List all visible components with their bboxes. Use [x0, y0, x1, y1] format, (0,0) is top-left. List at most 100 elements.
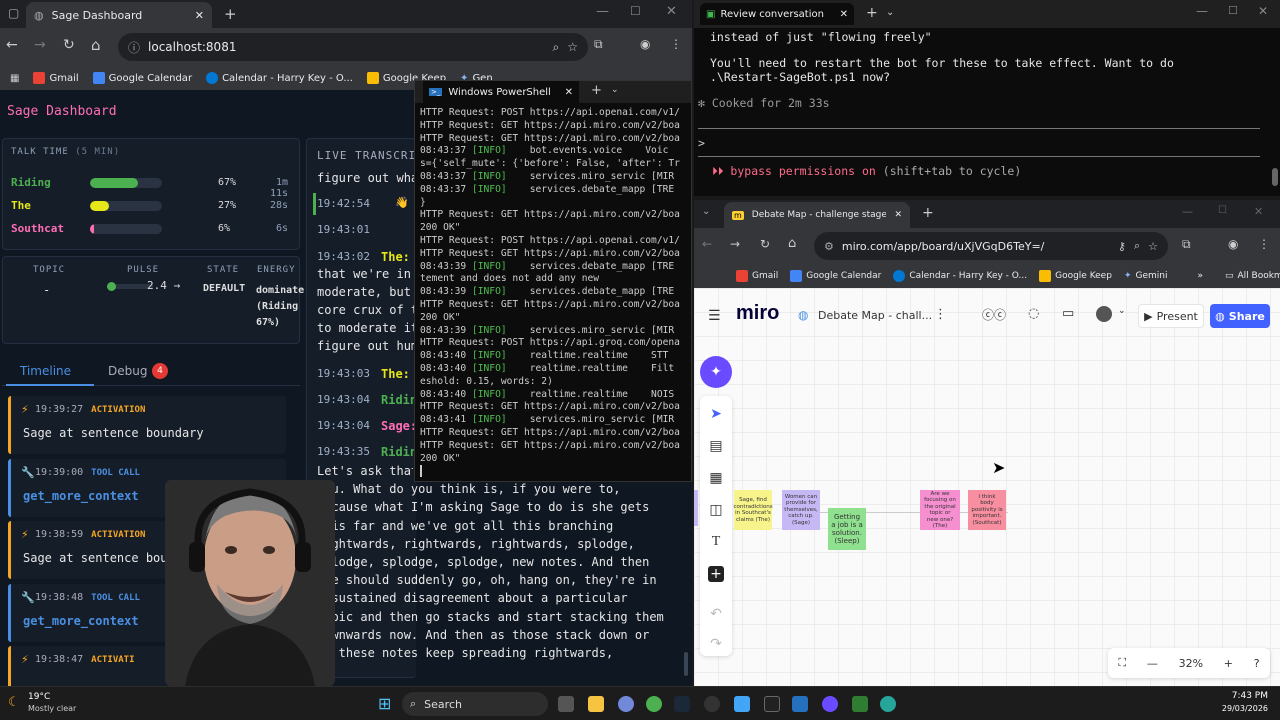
- redo-icon[interactable]: ↷: [706, 634, 726, 654]
- timeline-event[interactable]: ⚡ 19:39:27 ACTIVATION Sage at sentence bo…: [8, 396, 286, 454]
- sticky-note[interactable]: Sage, find contradictions in Southcat's …: [733, 490, 773, 530]
- zoom-out-icon[interactable]: —: [1147, 657, 1158, 670]
- task-view-icon[interactable]: [558, 696, 574, 712]
- comment-icon[interactable]: ◌: [1028, 306, 1039, 321]
- chevron-down-icon[interactable]: ⌄: [1118, 306, 1126, 316]
- profile-icon[interactable]: ◉: [640, 37, 650, 51]
- maximize-icon[interactable]: ☐: [1218, 205, 1227, 216]
- prompt-input[interactable]: >: [698, 136, 705, 150]
- notepad-icon[interactable]: [734, 696, 750, 712]
- taskbar-search[interactable]: ⌕ Search: [402, 692, 548, 716]
- chrome-icon[interactable]: [646, 696, 662, 712]
- apps-icon[interactable]: ▦: [10, 73, 19, 84]
- sticky-note[interactable]: Women can provide for themselves, catch …: [782, 490, 820, 530]
- close-icon[interactable]: ✕: [840, 9, 848, 20]
- close-icon[interactable]: ✕: [894, 210, 902, 220]
- board-name[interactable]: Debate Map - chall...: [818, 309, 932, 322]
- profile-icon[interactable]: ◉: [1228, 237, 1238, 251]
- menu-icon[interactable]: ⋮: [670, 37, 682, 51]
- sticky-note[interactable]: Getting a job is a solution. (Sleep): [828, 508, 866, 550]
- help-icon[interactable]: ?: [1254, 657, 1260, 670]
- star-icon[interactable]: ☆: [567, 40, 578, 54]
- clock-date[interactable]: 29/03/2026: [1206, 704, 1268, 713]
- extensions-icon[interactable]: ⧉: [594, 37, 603, 52]
- minimize-icon[interactable]: —: [596, 4, 609, 19]
- video-icon[interactable]: ▭: [1062, 306, 1074, 321]
- undo-icon[interactable]: ↶: [706, 604, 726, 624]
- new-tab-button[interactable]: +: [591, 83, 602, 98]
- miro-canvas[interactable]: ☰ miro ◍ Debate Map - chall... ⋮ ⓒⓒ ◌ ▭ …: [694, 288, 1280, 686]
- tab-debug[interactable]: Debug: [108, 364, 147, 378]
- windows-start-icon[interactable]: ⊞: [378, 694, 391, 713]
- close-icon[interactable]: ✕: [565, 87, 573, 98]
- chevron-down-icon[interactable]: ⌄: [886, 7, 894, 18]
- star-icon[interactable]: ☆: [1148, 240, 1158, 253]
- bookmark-outlook[interactable]: Calendar - Harry Key - O...: [893, 270, 1027, 282]
- ai-sparkle-button[interactable]: ✦: [700, 356, 732, 388]
- app-icon[interactable]: [852, 696, 868, 712]
- zoom-icon[interactable]: ⌕: [553, 40, 560, 55]
- all-bookmarks[interactable]: ▭All Bookmarks: [1225, 271, 1280, 281]
- fit-icon[interactable]: ⛶: [1118, 656, 1126, 670]
- text-tool-icon[interactable]: T: [706, 532, 726, 552]
- hamburger-menu-icon[interactable]: ☰: [708, 308, 721, 324]
- reload-icon[interactable]: ↻: [760, 237, 770, 251]
- powershell-taskbar-icon[interactable]: [792, 696, 808, 712]
- board-menu-icon[interactable]: ⋮: [934, 307, 947, 322]
- home-icon[interactable]: ⌂: [91, 36, 101, 54]
- bookmark-gmail[interactable]: Gmail: [736, 270, 778, 282]
- maximize-icon[interactable]: ☐: [630, 4, 641, 18]
- share-button[interactable]: ◍ Share: [1210, 304, 1270, 328]
- zoom-level[interactable]: 32%: [1179, 657, 1203, 670]
- menu-icon[interactable]: ⋮: [1258, 237, 1270, 251]
- template-tool-icon[interactable]: ▦: [706, 468, 726, 488]
- present-button[interactable]: ▶ Present: [1138, 304, 1204, 328]
- sticky-note[interactable]: Are we focusing on the original topic or…: [920, 490, 960, 530]
- zoom-icon[interactable]: ⌕: [1134, 239, 1140, 253]
- tab-search-icon[interactable]: ⌄: [702, 206, 710, 217]
- file-explorer-icon[interactable]: [588, 696, 604, 712]
- bookmark-gmail[interactable]: Gmail: [33, 72, 79, 84]
- maximize-icon[interactable]: ☐: [1228, 4, 1238, 17]
- window-close-icon[interactable]: ✕: [666, 4, 677, 19]
- obs-icon[interactable]: [822, 696, 838, 712]
- discord-icon[interactable]: [618, 696, 634, 712]
- tab-miro-board[interactable]: m Debate Map - challenge stage - Miro ✕: [724, 202, 910, 228]
- back-icon[interactable]: ←: [702, 237, 712, 251]
- tab-powershell[interactable]: >_ Windows PowerShell ✕: [423, 81, 579, 103]
- extensions-icon[interactable]: ⧉: [1182, 237, 1191, 252]
- new-tab-button[interactable]: +: [866, 5, 878, 21]
- chevron-down-icon[interactable]: ⌄: [611, 85, 619, 95]
- bookmark-gemini[interactable]: ✦ Gemini: [1124, 271, 1168, 281]
- minimize-icon[interactable]: —: [1182, 205, 1193, 218]
- tab-timeline[interactable]: Timeline: [20, 364, 71, 378]
- new-tab-button[interactable]: +: [224, 5, 237, 23]
- window-close-icon[interactable]: ✕: [1254, 205, 1263, 218]
- minimize-icon[interactable]: —: [1196, 4, 1208, 18]
- more-bookmarks-icon[interactable]: »: [1197, 271, 1203, 281]
- reactions-icon[interactable]: ⓒⓒ: [982, 306, 1006, 323]
- forward-icon[interactable]: →: [34, 37, 46, 53]
- url-field[interactable]: ⚙ miro.com/app/board/uXjVGqD6TeY=/ ⚷ ⌕ ☆: [814, 232, 1168, 260]
- steam-icon[interactable]: [674, 696, 690, 712]
- forward-icon[interactable]: →: [730, 237, 740, 251]
- weather-icon[interactable]: ☾: [8, 695, 20, 710]
- key-icon[interactable]: ⚷: [1118, 240, 1126, 253]
- site-info-icon[interactable]: ⚙: [824, 240, 834, 253]
- home-icon[interactable]: ⌂: [788, 236, 796, 251]
- terminal-taskbar-icon[interactable]: [764, 696, 780, 712]
- avatar[interactable]: [1096, 306, 1112, 322]
- sticky-note[interactable]: I think body positivity is important. (S…: [968, 490, 1006, 530]
- more-tools-icon[interactable]: +: [708, 566, 724, 582]
- select-tool-icon[interactable]: ➤: [706, 404, 726, 424]
- clock-time[interactable]: 7:43 PM: [1206, 691, 1268, 701]
- back-icon[interactable]: ←: [6, 37, 18, 53]
- site-info-icon[interactable]: ⓘ: [128, 39, 140, 56]
- note-tool-icon[interactable]: ◫: [706, 500, 726, 520]
- url-field[interactable]: ⓘ localhost:8081 ⌕ ☆: [118, 33, 588, 61]
- new-tab-button[interactable]: +: [922, 205, 934, 221]
- app-icon[interactable]: [704, 696, 720, 712]
- terminal-scrollbar[interactable]: [1272, 168, 1278, 186]
- tab-sage-dashboard[interactable]: ◍ Sage Dashboard ✕: [26, 2, 212, 28]
- close-icon[interactable]: ✕: [195, 9, 204, 22]
